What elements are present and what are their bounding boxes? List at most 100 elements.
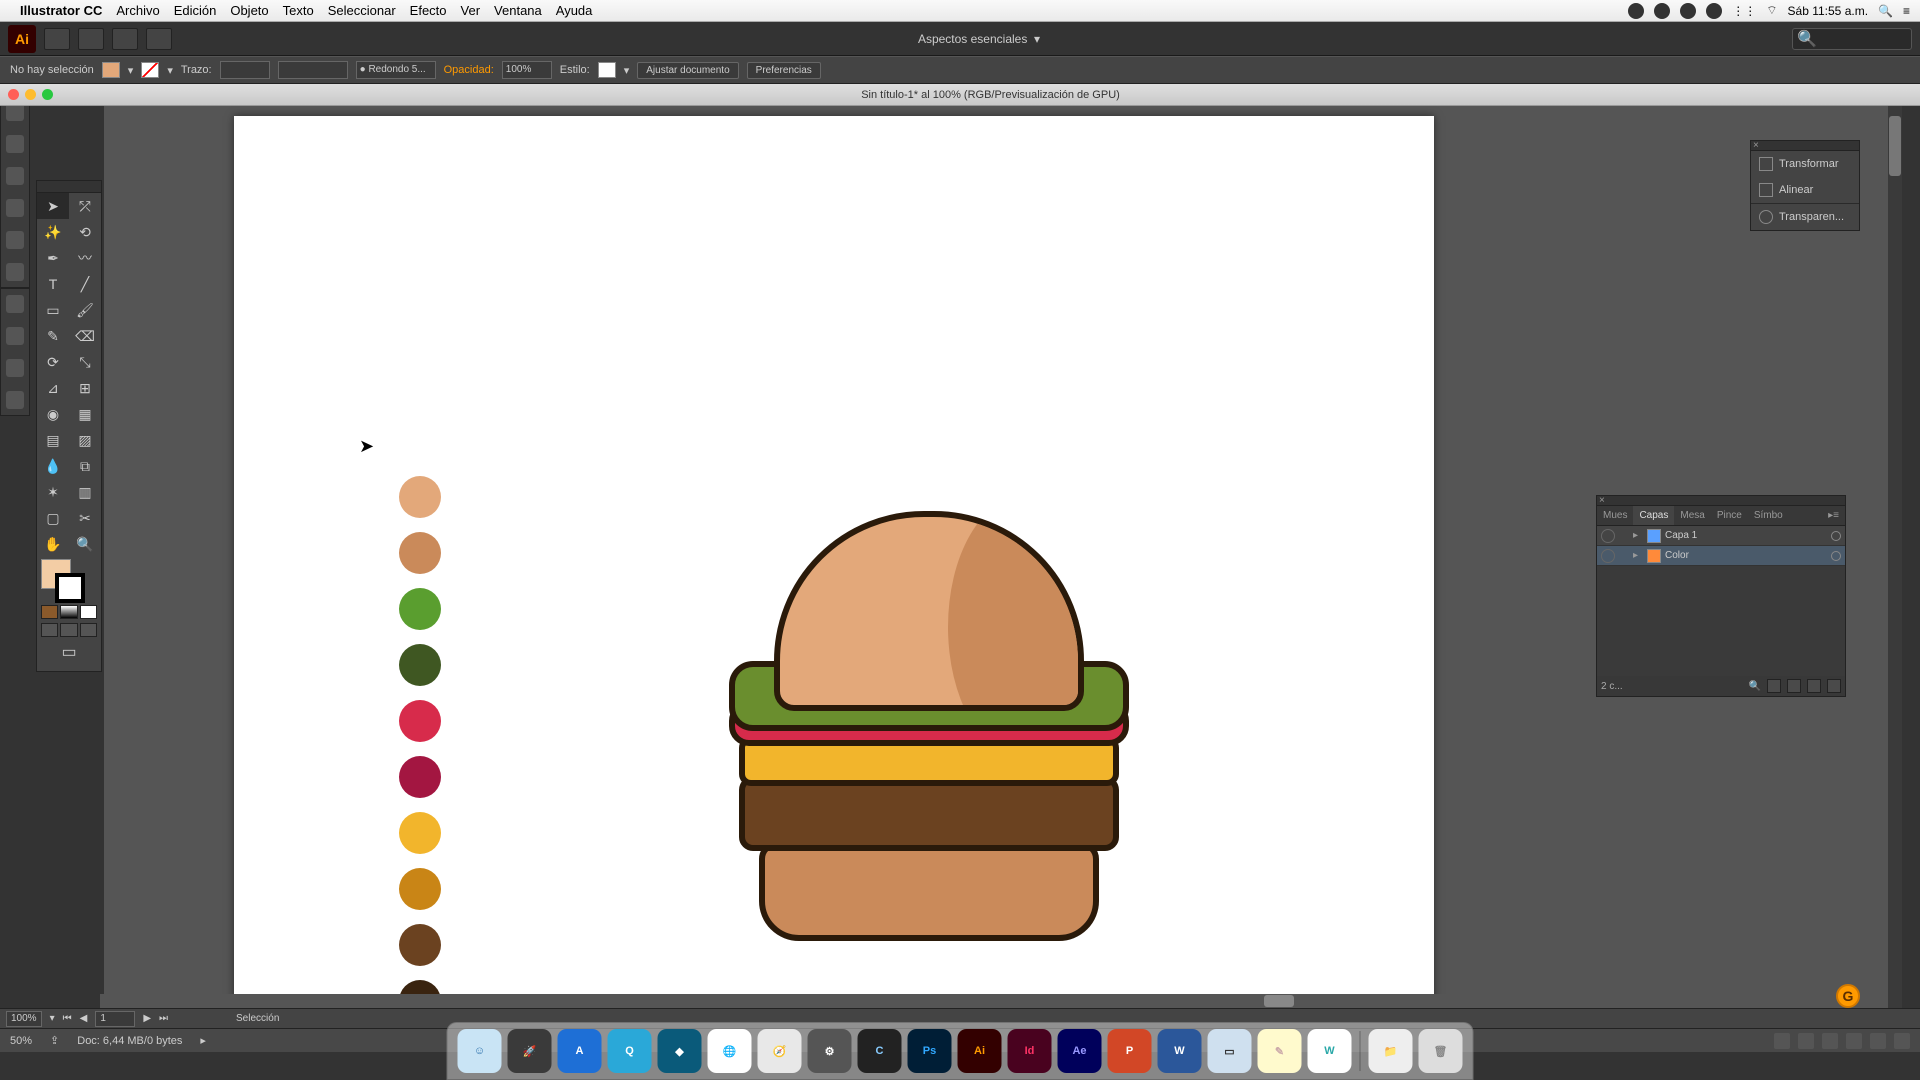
fill-stroke-controls[interactable] bbox=[37, 557, 101, 603]
draw-mode[interactable] bbox=[60, 623, 77, 637]
tab-pinceles[interactable]: Pince bbox=[1711, 506, 1748, 525]
graph-tool[interactable]: ▥ bbox=[69, 479, 101, 505]
swatch-circle[interactable] bbox=[399, 532, 441, 574]
tab-muestras[interactable]: Mues bbox=[1597, 506, 1633, 525]
none-mode[interactable] bbox=[80, 605, 97, 619]
menu-efecto[interactable]: Efecto bbox=[410, 3, 447, 18]
screen-mode-button[interactable]: ▭ bbox=[37, 639, 101, 665]
fill-swatch[interactable] bbox=[102, 62, 120, 78]
shape-builder-tool[interactable]: ◉ bbox=[37, 401, 69, 427]
dock-app[interactable]: ◆ bbox=[658, 1029, 702, 1073]
layer-name[interactable]: Color bbox=[1665, 550, 1689, 561]
notification-center-icon[interactable]: ≡ bbox=[1903, 4, 1910, 18]
nav-next-icon[interactable]: ▶ bbox=[143, 1013, 151, 1024]
appearance-icon[interactable] bbox=[6, 167, 24, 185]
dock-app-indesign[interactable]: Id bbox=[1008, 1029, 1052, 1073]
visibility-toggle[interactable] bbox=[1601, 529, 1615, 543]
symbols-icon[interactable] bbox=[6, 391, 24, 409]
menu-ayuda[interactable]: Ayuda bbox=[556, 3, 593, 18]
dock-app-finder[interactable]: ☺ bbox=[458, 1029, 502, 1073]
blend-tool[interactable]: ⧉ bbox=[69, 453, 101, 479]
line-tool[interactable]: ╱ bbox=[69, 271, 101, 297]
swatch-circle[interactable] bbox=[399, 756, 441, 798]
swatch-circle[interactable] bbox=[399, 644, 441, 686]
align-panel-button[interactable]: Alinear bbox=[1751, 177, 1859, 203]
panel-grip[interactable] bbox=[37, 181, 101, 193]
dock-app-c4d[interactable]: C bbox=[858, 1029, 902, 1073]
flyout-icon[interactable]: ▸ bbox=[200, 1034, 206, 1047]
dock-app-illustrator[interactable]: Ai bbox=[958, 1029, 1002, 1073]
window-close-button[interactable] bbox=[8, 89, 19, 100]
new-layer-button[interactable] bbox=[1807, 679, 1821, 693]
dock-app-folder[interactable]: 📁 bbox=[1369, 1029, 1413, 1073]
swatch-circle[interactable] bbox=[399, 476, 441, 518]
disclosure-icon[interactable]: ▸ bbox=[1633, 530, 1643, 541]
menu-seleccionar[interactable]: Seleccionar bbox=[328, 3, 396, 18]
rectangle-tool[interactable]: ▭ bbox=[37, 297, 69, 323]
magic-wand-tool[interactable]: ✨ bbox=[37, 219, 69, 245]
graphic-styles-icon[interactable] bbox=[6, 199, 24, 217]
dock-app-safari[interactable]: 🧭 bbox=[758, 1029, 802, 1073]
curvature-tool[interactable]: 〰 bbox=[69, 245, 101, 271]
vertical-scrollbar[interactable] bbox=[1888, 106, 1902, 1008]
panel-icon[interactable] bbox=[6, 263, 24, 281]
selection-tool[interactable]: ➤ bbox=[37, 193, 69, 219]
swatch-circle[interactable] bbox=[399, 812, 441, 854]
make-clipping-mask-button[interactable] bbox=[1767, 679, 1781, 693]
paintbrush-tool[interactable]: 🖌 bbox=[69, 297, 101, 323]
slice-tool[interactable]: ✂ bbox=[69, 505, 101, 531]
dock-app-chrome[interactable]: 🌐 bbox=[708, 1029, 752, 1073]
transform-panel-button[interactable]: Transformar bbox=[1751, 151, 1859, 177]
mesh-tool[interactable]: ▤ bbox=[37, 427, 69, 453]
target-icon[interactable] bbox=[1831, 551, 1841, 561]
type-tool[interactable]: T bbox=[37, 271, 69, 297]
dock-app-launchpad[interactable]: 🚀 bbox=[508, 1029, 552, 1073]
brushes-icon[interactable] bbox=[6, 135, 24, 153]
status-icon[interactable] bbox=[1798, 1033, 1814, 1049]
scale-tool[interactable]: ⤡ bbox=[69, 349, 101, 375]
draw-mode[interactable] bbox=[41, 623, 58, 637]
horizontal-scrollbar[interactable] bbox=[100, 994, 1890, 1008]
layers-icon[interactable] bbox=[6, 295, 24, 313]
gradient-mode[interactable] bbox=[60, 605, 77, 619]
tab-mesa[interactable]: Mesa bbox=[1674, 506, 1710, 525]
stroke-profile-field[interactable] bbox=[278, 61, 348, 79]
dock-app-word[interactable]: W bbox=[1158, 1029, 1202, 1073]
lasso-tool[interactable]: ⟲ bbox=[69, 219, 101, 245]
dock-app-appstore[interactable]: A bbox=[558, 1029, 602, 1073]
stroke-weight-field[interactable] bbox=[220, 61, 270, 79]
app-menu[interactable]: Illustrator CC bbox=[20, 3, 102, 18]
preferences-button[interactable]: Preferencias bbox=[747, 62, 821, 79]
swatch-circle[interactable] bbox=[399, 700, 441, 742]
status-icon[interactable] bbox=[1774, 1033, 1790, 1049]
swatch-circle[interactable] bbox=[399, 868, 441, 910]
eraser-tool[interactable]: ⌫ bbox=[69, 323, 101, 349]
status-icon[interactable] bbox=[1706, 3, 1722, 19]
dropdown-icon[interactable]: ▾ bbox=[624, 64, 630, 77]
zoom-tool[interactable]: 🔍 bbox=[69, 531, 101, 557]
pen-tool[interactable]: ✒ bbox=[37, 245, 69, 271]
brush-dropdown[interactable]: ● Redondo 5... bbox=[356, 61, 436, 79]
bluetooth-icon[interactable]: ⋮⋮ bbox=[1732, 4, 1756, 18]
artboard-tool[interactable]: ▢ bbox=[37, 505, 69, 531]
swatch-circle[interactable] bbox=[399, 924, 441, 966]
color-mode[interactable] bbox=[41, 605, 58, 619]
burger-illustration[interactable] bbox=[719, 511, 1139, 941]
transparency-panel-button[interactable]: Transparen... bbox=[1751, 204, 1859, 230]
dock-app-powerpoint[interactable]: P bbox=[1108, 1029, 1152, 1073]
arrange-button[interactable] bbox=[112, 28, 138, 50]
status-icon[interactable] bbox=[1822, 1033, 1838, 1049]
menu-objeto[interactable]: Objeto bbox=[230, 3, 268, 18]
target-icon[interactable] bbox=[1831, 531, 1841, 541]
stroke-swatch[interactable] bbox=[141, 62, 159, 78]
gradient-tool[interactable]: ▨ bbox=[69, 427, 101, 453]
nav-first-icon[interactable]: ⏮ bbox=[63, 1013, 72, 1024]
dock-app-photoshop[interactable]: Ps bbox=[908, 1029, 952, 1073]
window-minimize-button[interactable] bbox=[25, 89, 36, 100]
dock-app[interactable]: ▭ bbox=[1208, 1029, 1252, 1073]
artboards-icon[interactable] bbox=[6, 327, 24, 345]
visibility-toggle[interactable] bbox=[1601, 549, 1615, 563]
menu-edicion[interactable]: Edición bbox=[174, 3, 217, 18]
spotlight-icon[interactable]: 🔍 bbox=[1878, 4, 1893, 18]
menu-ver[interactable]: Ver bbox=[461, 3, 481, 18]
